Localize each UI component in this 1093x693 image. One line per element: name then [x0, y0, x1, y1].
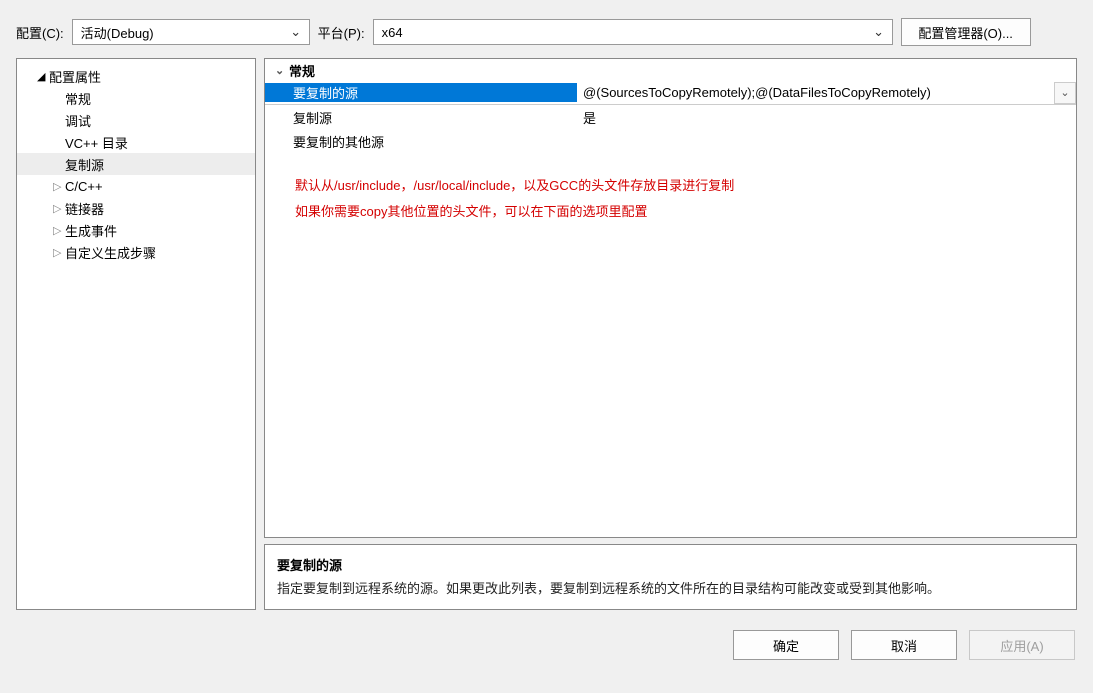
- prop-row-other[interactable]: 要复制的其他源: [265, 129, 1076, 153]
- triangle-down-icon: ◢: [37, 70, 47, 83]
- property-grid: ⌄ 常规 要复制的源 @(SourcesToCopyRemotely);@(Da…: [264, 58, 1077, 538]
- prop-value[interactable]: 是: [577, 108, 1076, 127]
- note-line-1: 默认从/usr/include，/usr/local/include，以及GCC…: [295, 173, 1046, 199]
- prop-value[interactable]: @(SourcesToCopyRemotely);@(DataFilesToCo…: [577, 85, 1054, 100]
- triangle-right-icon: ▷: [53, 202, 63, 215]
- chevron-down-icon: ⌄: [275, 64, 289, 77]
- right-pane: ⌄ 常规 要复制的源 @(SourcesToCopyRemotely);@(Da…: [264, 58, 1077, 610]
- prop-name: 要复制的其他源: [265, 132, 577, 151]
- main-area: ◢ 配置属性 常规 调试 VC++ 目录 复制源 ▷C/C++ ▷链接器 ▷生成…: [0, 58, 1093, 618]
- group-header[interactable]: ⌄ 常规: [265, 59, 1076, 81]
- annotation-note: 默认从/usr/include，/usr/local/include，以及GCC…: [265, 153, 1076, 225]
- tree-item-general[interactable]: 常规: [17, 87, 255, 109]
- apply-button[interactable]: 应用(A): [969, 630, 1075, 660]
- tree-panel: ◢ 配置属性 常规 调试 VC++ 目录 复制源 ▷C/C++ ▷链接器 ▷生成…: [16, 58, 256, 610]
- note-line-2: 如果你需要copy其他位置的头文件，可以在下面的选项里配置: [295, 199, 1046, 225]
- prop-row-sources[interactable]: 要复制的源 @(SourcesToCopyRemotely);@(DataFil…: [265, 81, 1076, 105]
- prop-name: 要复制的源: [265, 83, 577, 102]
- config-value: 活动(Debug): [81, 23, 154, 42]
- top-bar: 配置(C): 活动(Debug) ⌄ 平台(P): x64 ⌄ 配置管理器(O)…: [0, 0, 1093, 58]
- description-title: 要复制的源: [277, 555, 1064, 574]
- platform-label: 平台(P):: [318, 23, 365, 42]
- platform-value: x64: [382, 25, 403, 40]
- tree-root[interactable]: ◢ 配置属性: [17, 65, 255, 87]
- tree-item-vcdirs[interactable]: VC++ 目录: [17, 131, 255, 153]
- description-body: 指定要复制到远程系统的源。如果更改此列表，要复制到远程系统的文件所在的目录结构可…: [277, 578, 1064, 597]
- cancel-button[interactable]: 取消: [851, 630, 957, 660]
- chevron-down-icon: ⌄: [870, 24, 888, 40]
- tree-item-copysources[interactable]: 复制源: [17, 153, 255, 175]
- chevron-down-icon: ⌄: [287, 24, 305, 40]
- tree-item-debug[interactable]: 调试: [17, 109, 255, 131]
- dropdown-button[interactable]: ⌄: [1054, 82, 1076, 104]
- triangle-right-icon: ▷: [53, 180, 63, 193]
- tree-item-buildevents[interactable]: ▷生成事件: [17, 219, 255, 241]
- config-manager-button[interactable]: 配置管理器(O)...: [901, 18, 1031, 46]
- config-label: 配置(C):: [16, 23, 64, 42]
- prop-name: 复制源: [265, 108, 577, 127]
- config-combo[interactable]: 活动(Debug) ⌄: [72, 19, 310, 45]
- tree-root-label: 配置属性: [49, 67, 101, 86]
- triangle-right-icon: ▷: [53, 246, 63, 259]
- description-panel: 要复制的源 指定要复制到远程系统的源。如果更改此列表，要复制到远程系统的文件所在…: [264, 544, 1077, 610]
- group-label: 常规: [289, 61, 315, 80]
- ok-button[interactable]: 确定: [733, 630, 839, 660]
- prop-row-copy[interactable]: 复制源 是: [265, 105, 1076, 129]
- tree-item-linker[interactable]: ▷链接器: [17, 197, 255, 219]
- tree-item-ccpp[interactable]: ▷C/C++: [17, 175, 255, 197]
- triangle-right-icon: ▷: [53, 224, 63, 237]
- footer-buttons: 确定 取消 应用(A): [0, 618, 1093, 660]
- platform-combo[interactable]: x64 ⌄: [373, 19, 893, 45]
- tree-item-customstep[interactable]: ▷自定义生成步骤: [17, 241, 255, 263]
